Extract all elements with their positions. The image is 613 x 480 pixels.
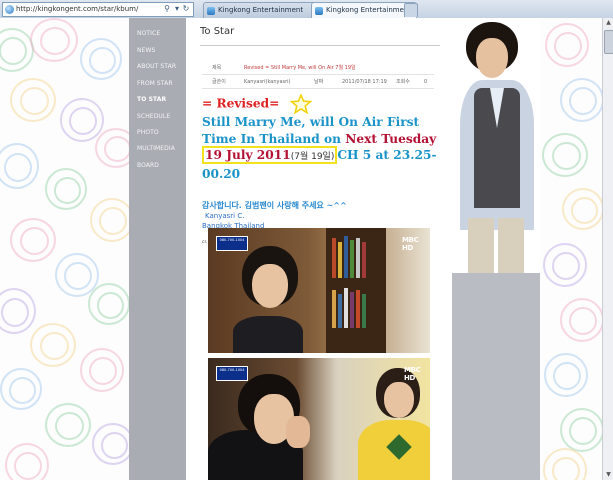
sidebar-nav: NOTICE NEWS ABOUT STAR FROM STAR TO STAR… xyxy=(129,18,186,480)
nav-item-multimedia[interactable]: MULTIMEDIA xyxy=(137,145,175,152)
vertical-scrollbar[interactable]: ▲ ▼ xyxy=(602,18,613,480)
browser-toolbar: http://kingkongent.com/star/kbum/ ⚲ ▾ ↻ … xyxy=(0,0,613,19)
page-icon xyxy=(207,7,215,15)
tab-label: Kingkong Entertainment xyxy=(218,6,304,14)
nav-item-schedule[interactable]: SCHEDULE xyxy=(137,113,170,120)
tv-caption: 080-700-1004 xyxy=(216,236,248,251)
headline-line2a: Time In Thailand on xyxy=(202,131,346,146)
views-label: 조회수 xyxy=(396,79,410,85)
scroll-up-icon[interactable]: ▲ xyxy=(603,18,613,28)
headline-line4: 00.20 xyxy=(202,166,241,181)
nav-item-to-star[interactable]: TO STAR xyxy=(137,96,166,103)
views-value: 0 xyxy=(424,79,428,85)
page-viewport: NOTICE NEWS ABOUT STAR FROM STAR TO STAR… xyxy=(0,18,602,480)
tab-label: Kingkong Entertainment xyxy=(326,6,412,14)
new-tab-button[interactable] xyxy=(404,3,418,17)
broadcast-logo: MBC HD xyxy=(404,366,421,382)
scrollbar-thumb[interactable] xyxy=(604,30,613,54)
address-text: http://kingkongent.com/star/kbum/ xyxy=(16,5,139,13)
star-icon xyxy=(289,94,312,114)
date-value: 2011/07/18 17:19 xyxy=(342,79,387,85)
tab-kingkong-1[interactable]: Kingkong Entertainment xyxy=(203,2,324,18)
star-profile-photo xyxy=(452,18,540,273)
subject-value: Revised = Still Marry Me, will On Air 7월… xyxy=(244,65,356,71)
right-column xyxy=(452,18,540,480)
headline-line1: Still Marry Me, will On Air First xyxy=(202,115,420,129)
headline-date-en: 19 July 2011 xyxy=(205,148,291,163)
page-title: To Star xyxy=(200,26,235,37)
post-photo-1: MBC HD 080-700-1004 xyxy=(208,228,430,353)
broadcast-logo: MBC HD xyxy=(402,236,419,252)
nav-item-news[interactable]: NEWS xyxy=(137,47,155,54)
refresh-icon[interactable]: ↻ xyxy=(181,3,191,14)
nav-item-about-star[interactable]: ABOUT STAR xyxy=(137,63,176,70)
post-message: 감사합니다. 김범팬이 사랑해 주세요 ~^^ Kanyasri C. Bang… xyxy=(202,201,347,231)
message-korean: 감사합니다. 김범팬이 사랑해 주세요 ~^^ xyxy=(202,201,347,210)
page-icon xyxy=(315,7,323,15)
subject-label: 제목 xyxy=(212,65,222,71)
post-photo-2: MBC HD 080-700-1004 xyxy=(208,358,430,480)
post-content: To Star 제목 Revised = Still Marry Me, wil… xyxy=(186,18,452,480)
tv-caption: 080-700-1004 xyxy=(216,366,248,381)
signature-name: Kanyasri C. xyxy=(205,212,245,220)
search-icon[interactable]: ⚲ xyxy=(162,3,172,14)
author-label: 글쓴이 xyxy=(212,79,226,85)
nav-item-photo[interactable]: PHOTO xyxy=(137,129,159,136)
headline-line3b: CH 5 at 23.25- xyxy=(337,148,437,163)
tab-kingkong-2[interactable]: Kingkong Entertainment ✕ xyxy=(311,2,417,18)
nav-item-from-star[interactable]: FROM STAR xyxy=(137,80,173,87)
highlighted-date: 19 July 2011(7월 19일) xyxy=(202,146,338,165)
scroll-down-icon[interactable]: ▼ xyxy=(603,470,613,480)
headline-date-kr: (7월 19일) xyxy=(290,152,335,163)
title-divider xyxy=(200,45,440,46)
globe-icon xyxy=(5,5,14,14)
headline-line2b: Next Tuesday xyxy=(345,131,437,146)
headline-revised: = Revised= xyxy=(202,96,280,111)
nav-item-board[interactable]: BOARD xyxy=(137,162,159,169)
post-info-row: 글쓴이 Kanyasri(kanyasri) 날짜 2011/07/18 17:… xyxy=(202,76,434,89)
nav-item-notice[interactable]: NOTICE xyxy=(137,30,160,37)
author-value: Kanyasri(kanyasri) xyxy=(244,79,291,85)
post-subject-row: 제목 Revised = Still Marry Me, will On Air… xyxy=(202,62,434,75)
post-headline: = Revised= Still Marry Me, will On Air F… xyxy=(202,94,442,182)
date-label: 날짜 xyxy=(314,79,324,85)
